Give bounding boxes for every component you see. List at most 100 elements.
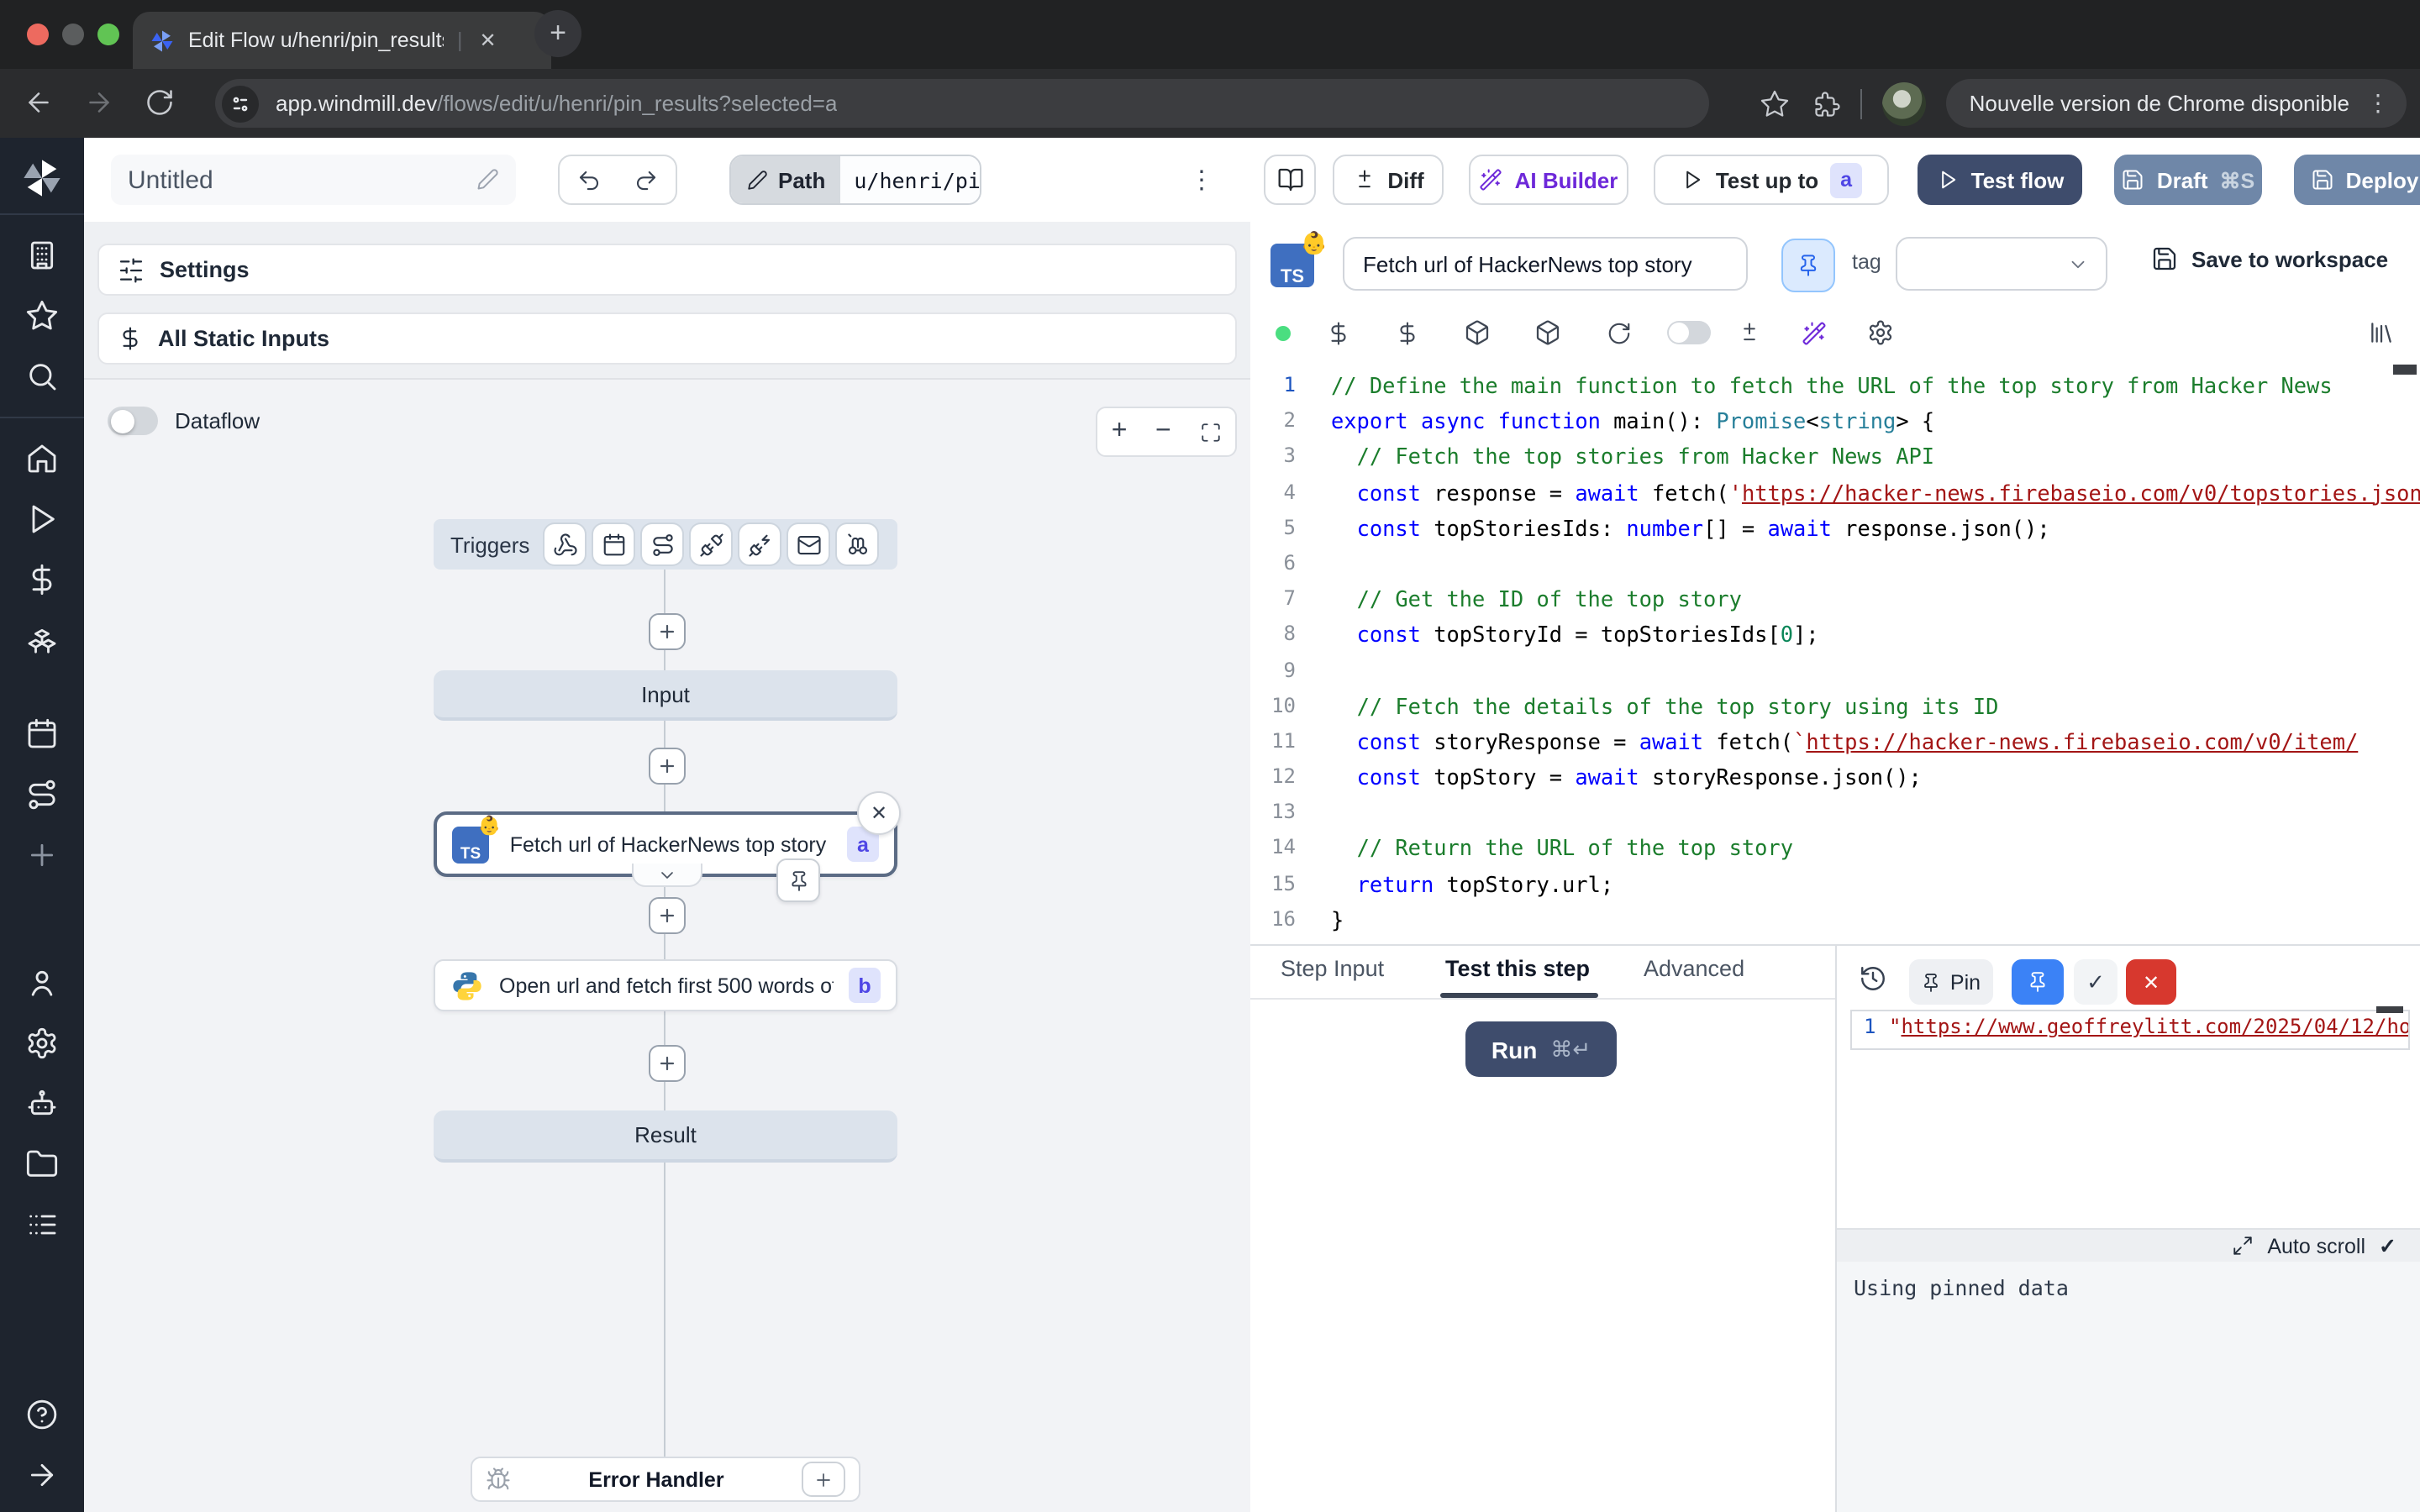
history-icon[interactable] [1859, 964, 1892, 998]
traffic-light-close[interactable] [27, 23, 49, 45]
workspace-icon[interactable] [25, 239, 59, 272]
ai-bot-icon[interactable] [25, 1087, 59, 1121]
add-step-button[interactable] [649, 748, 686, 785]
audit-logs-icon[interactable] [25, 1208, 59, 1242]
auto-scroll-check-icon[interactable]: ✓ [2379, 1233, 2396, 1258]
undo-button[interactable] [558, 155, 618, 205]
ai-builder-button[interactable]: AI Builder [1469, 155, 1628, 205]
input-node[interactable]: Input [434, 670, 897, 721]
tab-advanced[interactable]: Advanced [1644, 956, 1744, 981]
step-b-node[interactable]: Open url and fetch first 500 words of ..… [434, 959, 897, 1011]
add-step-button[interactable] [649, 613, 686, 650]
triggers-icon[interactable] [25, 778, 59, 811]
diff-icon[interactable] [1734, 318, 1765, 348]
add-step-button[interactable] [649, 1045, 686, 1082]
schedule-trigger-icon[interactable] [593, 524, 634, 564]
help-icon[interactable] [25, 1398, 59, 1431]
static-inputs-row[interactable]: All Static Inputs [97, 312, 1237, 365]
site-info-icon[interactable] [222, 85, 259, 122]
home-icon[interactable] [25, 442, 59, 475]
new-tab-button[interactable]: + [534, 10, 581, 57]
back-button[interactable] [24, 87, 54, 118]
result-node[interactable]: Result [434, 1110, 897, 1163]
create-icon[interactable] [25, 838, 59, 872]
url-bar[interactable]: app.windmill.dev/flows/edit/u/henri/pin_… [215, 79, 1709, 128]
redo-button[interactable] [617, 155, 677, 205]
flow-path-chip[interactable]: Path u/henri/pin [729, 155, 981, 205]
triggers-node[interactable]: Triggers [434, 519, 897, 570]
email-trigger-icon[interactable] [788, 524, 829, 564]
fit-view-icon[interactable] [1199, 421, 1221, 443]
settings-icon[interactable] [25, 1026, 59, 1060]
pinned-data-editor[interactable]: 1 "https://www.geoffreylitt.com/2025/04/… [1850, 1010, 2410, 1050]
traffic-light-minimize[interactable] [62, 23, 84, 45]
error-handler-node[interactable]: Error Handler [471, 1457, 860, 1502]
edit-pencil-icon[interactable] [476, 168, 499, 192]
contextual-variables-icon[interactable] [1392, 318, 1422, 348]
expand-icon[interactable] [2232, 1235, 2254, 1257]
windmill-logo[interactable] [20, 156, 64, 200]
script-settings-icon[interactable] [1865, 318, 1896, 348]
dataflow-toggle[interactable] [108, 407, 158, 435]
poll-trigger-icon[interactable] [837, 524, 877, 564]
collapse-sidebar-icon[interactable] [25, 1458, 59, 1492]
event-stream-trigger-icon[interactable] [739, 524, 780, 564]
delete-step-button[interactable]: ✕ [857, 791, 901, 835]
flow-graph-canvas[interactable]: Dataflow + − Triggers Input [84, 378, 1250, 1512]
test-flow-button[interactable]: Test flow [1918, 155, 2082, 205]
search-icon[interactable] [25, 360, 59, 393]
flow-more-menu[interactable]: ⋮ [1185, 155, 1218, 205]
remove-pin-button[interactable]: ✕ [2126, 959, 2176, 1005]
flow-title-field[interactable]: Untitled [111, 155, 516, 205]
reload-script-icon[interactable] [1603, 318, 1634, 348]
docs-button[interactable] [1264, 155, 1316, 205]
pinned-active-button[interactable] [2012, 959, 2064, 1005]
step-title-input[interactable]: Fetch url of HackerNews top story [1343, 237, 1748, 291]
deploy-button[interactable]: Deploy [2294, 155, 2420, 205]
tab-close-icon[interactable]: ✕ [480, 29, 497, 52]
forward-button[interactable] [84, 87, 114, 118]
pin-button[interactable]: Pin [1909, 959, 1993, 1005]
reload-button[interactable] [145, 87, 175, 118]
scripts-package-icon[interactable] [1533, 318, 1563, 348]
save-to-workspace-button[interactable]: Save to workspace [2151, 245, 2388, 272]
pinned-editor-scrollbar[interactable] [2376, 1006, 2403, 1013]
users-icon[interactable] [25, 966, 59, 1000]
chrome-menu-icon[interactable]: ⋮ [2366, 89, 2390, 118]
chrome-update-chip[interactable]: Nouvelle version de Chrome disponible ⋮ [1946, 79, 2407, 128]
tab-test-this-step[interactable]: Test this step [1445, 956, 1590, 981]
tag-select[interactable] [1896, 237, 2107, 291]
bookmark-star-icon[interactable] [1760, 88, 1790, 118]
pin-toggle-button[interactable] [1781, 239, 1835, 292]
confirm-pin-button[interactable]: ✓ [2074, 959, 2118, 1005]
zoom-in-button[interactable]: + [1112, 417, 1128, 447]
schedules-icon[interactable] [25, 717, 59, 751]
folders-icon[interactable] [25, 1147, 59, 1181]
run-button[interactable]: Run ⌘↵ [1465, 1021, 1617, 1077]
traffic-light-zoom[interactable] [97, 23, 119, 45]
test-up-to-button[interactable]: Test up to a [1654, 155, 1889, 205]
websocket-trigger-icon[interactable] [691, 524, 731, 564]
editor-mode-toggle[interactable] [1667, 318, 1711, 348]
code-editor[interactable]: 12345678910111213141516 // Define the ma… [1250, 361, 2420, 944]
editor-scrollbar[interactable] [2393, 365, 2417, 375]
expand-step-chevron[interactable] [632, 864, 702, 887]
runs-icon[interactable] [25, 502, 59, 536]
flow-settings-row[interactable]: Settings [97, 244, 1237, 296]
resources-icon[interactable] [25, 623, 59, 657]
variables-icon[interactable] [1323, 318, 1353, 348]
profile-avatar[interactable] [1882, 81, 1926, 125]
favorites-star-icon[interactable] [25, 299, 59, 333]
variables-icon[interactable] [25, 563, 59, 596]
http-route-trigger-icon[interactable] [642, 524, 682, 564]
zoom-out-button[interactable]: − [1155, 417, 1171, 447]
add-error-handler-button[interactable] [802, 1462, 845, 1497]
ai-wand-icon[interactable] [1798, 318, 1828, 348]
draft-button[interactable]: Draft ⌘S [2114, 155, 2262, 205]
browser-tab[interactable]: Edit Flow u/henri/pin_results | ✕ [133, 12, 551, 69]
add-step-button[interactable] [649, 897, 686, 934]
resources-package-icon[interactable] [1462, 318, 1492, 348]
tab-step-input[interactable]: Step Input [1281, 956, 1384, 981]
webhook-trigger-icon[interactable] [544, 524, 585, 564]
pin-step-button[interactable] [776, 858, 820, 902]
